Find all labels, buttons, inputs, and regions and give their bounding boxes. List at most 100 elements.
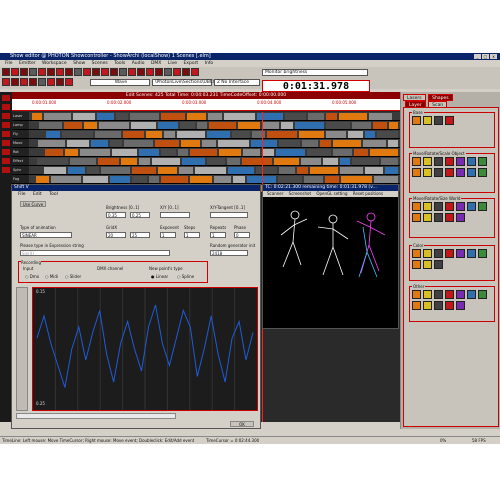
- timeline-clip[interactable]: [62, 131, 93, 138]
- trim-icon[interactable]: [65, 78, 73, 86]
- timeline-clip[interactable]: [252, 131, 265, 138]
- effect-icon[interactable]: [434, 301, 443, 310]
- tool-stop-icon[interactable]: [2, 113, 10, 119]
- timeline-clip[interactable]: [354, 149, 368, 156]
- menu-show[interactable]: Show: [73, 60, 85, 67]
- copy-icon[interactable]: [38, 68, 46, 76]
- tool-rewind-icon[interactable]: [2, 131, 10, 137]
- monitor-brightness-slider[interactable]: Monitor brightness: [262, 69, 368, 76]
- timeline-clip[interactable]: [219, 149, 241, 156]
- timeline-clip[interactable]: [202, 140, 216, 147]
- timeline-clip[interactable]: [80, 149, 110, 156]
- timeline-clip[interactable]: [369, 113, 392, 120]
- menu-dmx[interactable]: DMX: [151, 60, 161, 67]
- timeline-clip[interactable]: [238, 122, 260, 129]
- timeline-clip[interactable]: [333, 149, 352, 156]
- preview-tab-reset[interactable]: Reset positions: [353, 191, 383, 196]
- maximize-button[interactable]: □: [482, 54, 489, 59]
- timeline-clip[interactable]: [179, 167, 193, 174]
- effect-icon[interactable]: [434, 260, 443, 269]
- timeline-clip[interactable]: [365, 167, 383, 174]
- timeline-clip[interactable]: [177, 131, 205, 138]
- timeline-clip[interactable]: [87, 167, 99, 174]
- timeline-clip[interactable]: [295, 122, 324, 129]
- timeline-clip[interactable]: [224, 113, 255, 120]
- open-icon[interactable]: [11, 68, 19, 76]
- timeline-track[interactable]: Sphr: [12, 166, 400, 175]
- timeline-clip[interactable]: [365, 131, 375, 138]
- preview-tab-scanner[interactable]: Scanner: [267, 191, 283, 196]
- timeline-clip[interactable]: [310, 167, 338, 174]
- effect-icon[interactable]: [456, 301, 465, 310]
- timeline-clip[interactable]: [325, 176, 339, 183]
- timeline-clip[interactable]: [178, 149, 188, 156]
- timeline-clip[interactable]: [32, 113, 42, 120]
- effect-icon[interactable]: [412, 157, 421, 166]
- timeline-clip[interactable]: [187, 113, 206, 120]
- timeline-clip[interactable]: [121, 158, 137, 165]
- effect-icon[interactable]: [423, 301, 432, 310]
- timeline-tracks[interactable]: LaserLampFlyMoveRotEffectSphrFogStars: [12, 112, 400, 192]
- effect-icon[interactable]: [467, 249, 476, 258]
- menu-workspace[interactable]: Workspace: [42, 60, 67, 67]
- timeline-clip[interactable]: [110, 140, 122, 147]
- menu-emitter[interactable]: Emitter: [19, 60, 36, 67]
- menu-tools[interactable]: Tools: [114, 60, 125, 67]
- timeline-clip[interactable]: [257, 113, 283, 120]
- timeline-track[interactable]: Fly: [12, 130, 400, 139]
- effect-icon[interactable]: [478, 202, 487, 211]
- timeline-clip[interactable]: [161, 113, 185, 120]
- effect-icon[interactable]: [412, 290, 421, 299]
- timeline-clip[interactable]: [207, 158, 225, 165]
- timeline-clip[interactable]: [190, 176, 212, 183]
- effect-icon[interactable]: [423, 202, 432, 211]
- stop-icon[interactable]: [101, 68, 109, 76]
- effect-icon[interactable]: [478, 290, 487, 299]
- input-slider-radio[interactable]: ○ Slider: [65, 274, 81, 279]
- timeline-clip[interactable]: [352, 122, 371, 129]
- point-linear-radio[interactable]: ● Linear: [151, 274, 168, 279]
- vertical-slider[interactable]: [16, 287, 28, 411]
- close-button[interactable]: x: [490, 54, 497, 59]
- timeline-clip[interactable]: [116, 113, 128, 120]
- timeline-clip[interactable]: [37, 158, 68, 165]
- snap-icon[interactable]: [47, 78, 55, 86]
- camera-icon[interactable]: [173, 68, 181, 76]
- skip-back-icon[interactable]: [2, 78, 10, 86]
- timeline-track[interactable]: Laser: [12, 112, 400, 121]
- timeline-clip[interactable]: [161, 176, 188, 183]
- effect-icon[interactable]: [445, 168, 454, 177]
- effect-icon[interactable]: [478, 168, 487, 177]
- effect-icon[interactable]: [445, 290, 454, 299]
- timeline-clip[interactable]: [152, 158, 180, 165]
- tool-play-icon[interactable]: [2, 104, 10, 110]
- effect-icon[interactable]: [434, 157, 443, 166]
- effect-icon[interactable]: [445, 301, 454, 310]
- timeline-clip[interactable]: [190, 149, 217, 156]
- timeline-track[interactable]: Lamp: [12, 121, 400, 130]
- timeline-clip[interactable]: [340, 158, 350, 165]
- timeline-clip[interactable]: [232, 131, 250, 138]
- timeline-clip[interactable]: [130, 113, 159, 120]
- new-icon[interactable]: [2, 68, 10, 76]
- effect-icon[interactable]: [434, 249, 443, 258]
- timeline-clip[interactable]: [214, 176, 231, 183]
- timeline-clip[interactable]: [326, 113, 337, 120]
- timeline-clip[interactable]: [308, 113, 324, 120]
- timeline-clip[interactable]: [374, 176, 398, 183]
- effect-icon[interactable]: [467, 168, 476, 177]
- timeline-clip[interactable]: [149, 176, 159, 183]
- timeline-clip[interactable]: [132, 176, 147, 183]
- timeline-clip[interactable]: [377, 131, 398, 138]
- exponent-input[interactable]: 1: [160, 232, 176, 238]
- effect-icon[interactable]: [467, 290, 476, 299]
- effect-icon[interactable]: [445, 213, 454, 222]
- timeline-clip[interactable]: [207, 131, 230, 138]
- paste-icon[interactable]: [47, 68, 55, 76]
- laser-preview-window[interactable]: TC: 0:02:21.300 remaining time: 0:01:31.…: [262, 184, 399, 329]
- effect-icon[interactable]: [434, 290, 443, 299]
- timeline-clip[interactable]: [51, 176, 81, 183]
- timeline-clip[interactable]: [320, 140, 331, 147]
- timeline-clip[interactable]: [233, 176, 245, 183]
- effect-icon[interactable]: [434, 202, 443, 211]
